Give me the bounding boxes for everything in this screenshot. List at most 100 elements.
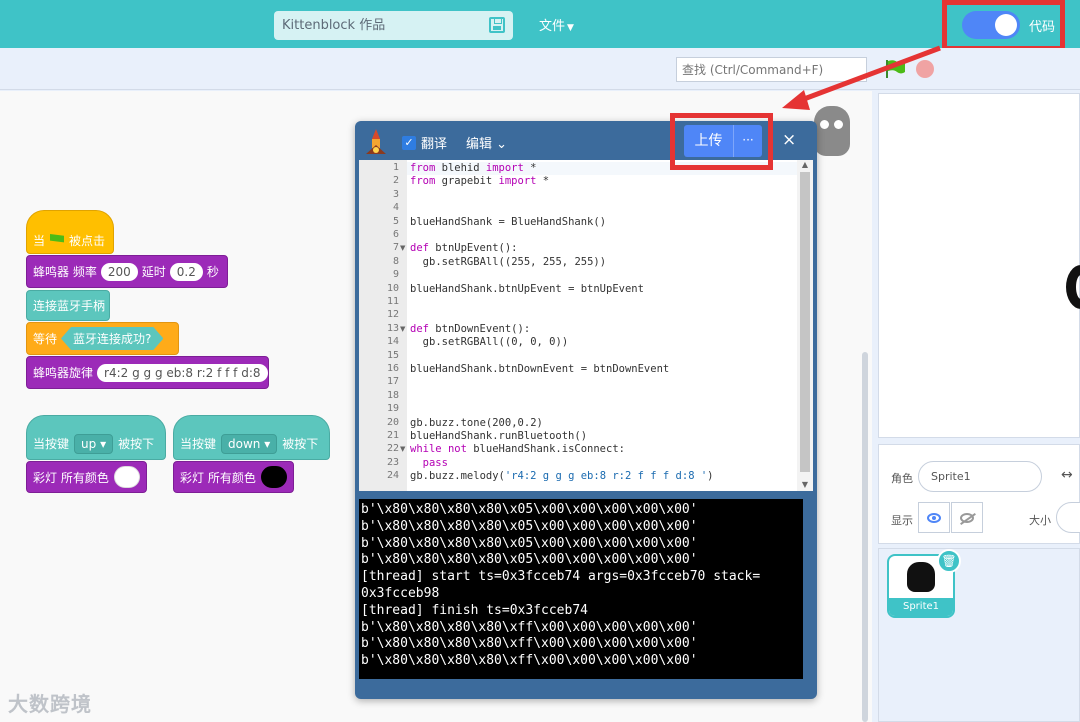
line-number: 17	[386, 376, 399, 388]
key-dropdown-down[interactable]: down ▾	[221, 433, 278, 454]
line-number: 7	[392, 242, 399, 254]
block-led-all-colors-down[interactable]: 彩灯 所有颜色	[173, 461, 294, 493]
close-button[interactable]: ×	[782, 130, 796, 150]
code-line: blueHandShank.btnUpEvent = btnUpEvent	[410, 282, 644, 295]
project-name-field[interactable]: Kittenblock 作品	[274, 11, 513, 40]
code-line: pass	[422, 456, 448, 469]
rocket-icon	[366, 129, 386, 154]
code-line: def btnDownEvent():	[410, 322, 531, 335]
sprite-name-input[interactable]: Sprite1	[918, 461, 1042, 492]
line-number: 23	[386, 456, 399, 468]
sprite-label: 角色	[891, 472, 913, 485]
show-label: 显示	[891, 514, 913, 527]
sprite-thumbnail	[907, 562, 935, 592]
code-line: blueHandShank = BlueHandShank()	[410, 215, 607, 228]
line-number: 8	[392, 255, 399, 267]
line-number-gutter: 1 2 3 4 5 6 7 ▼ 8 9 10 11 12 13 ▼ 14 15 16 17 18 19 20 21 22 ▼ 23…	[359, 160, 407, 491]
show-sprite-button[interactable]	[918, 502, 950, 533]
translate-checkbox[interactable]: ✓ 翻译	[402, 133, 447, 152]
sprite-card-name: Sprite1	[889, 598, 953, 616]
trash-icon[interactable]: 🗑	[937, 549, 961, 573]
key-dropdown-up[interactable]: up ▾	[74, 433, 114, 454]
highlight-box-code-toggle	[942, 0, 1065, 51]
code-line: gb.buzz.tone(200,0.2)	[410, 416, 543, 429]
line-number: 24	[386, 470, 399, 482]
cat-eye	[834, 120, 843, 129]
block-when-key-down[interactable]: 当按键 down ▾ 被按下	[173, 415, 330, 460]
workspace-scrollbar[interactable]	[862, 352, 868, 722]
block-text: 连接蓝牙手柄	[33, 299, 106, 313]
block-text: 彩灯 所有颜色	[33, 470, 109, 485]
line-number: 9	[392, 269, 399, 281]
block-text: 蜂鸣器旋律	[33, 366, 94, 380]
save-icon[interactable]	[489, 17, 505, 33]
code-line: while not blueHandShank.isConnect:	[410, 443, 625, 456]
freq-input[interactable]: 200	[100, 262, 138, 281]
block-text: 当按键	[180, 437, 217, 451]
eye-off-icon	[960, 512, 974, 523]
scroll-up-icon[interactable]: ▲	[797, 160, 813, 169]
line-number: 18	[386, 389, 399, 401]
editor-scroll-thumb[interactable]	[800, 172, 810, 472]
color-swatch-black[interactable]	[260, 466, 287, 488]
block-text: 秒	[206, 265, 219, 279]
code-line: blueHandShank.runBluetooth()	[410, 430, 588, 442]
condition-bt-connected[interactable]: 蓝牙连接成功?	[61, 327, 163, 350]
line-number: 13	[386, 322, 399, 334]
code-editor[interactable]: 1 2 3 4 5 6 7 ▼ 8 9 10 11 12 13 ▼ 14 15 16 17 18 19 20 21 22 ▼ 23…	[359, 160, 813, 491]
melody-input[interactable]: r4:2 g g g eb:8 r:2 f f f d:8	[97, 363, 268, 382]
dropdown-value: down	[228, 436, 261, 451]
file-menu[interactable]: 文件 ▼	[539, 15, 574, 34]
block-when-key-up[interactable]: 当按键 up ▾ 被按下	[26, 415, 166, 460]
block-led-all-colors-up[interactable]: 彩灯 所有颜色	[26, 461, 147, 493]
cat-eye	[820, 120, 829, 129]
code-line: from grapebit import *	[410, 175, 550, 188]
stage-canvas[interactable]	[878, 93, 1080, 438]
code-line: gb.setRGBAll((0, 0, 0))	[422, 336, 569, 349]
block-buzzer-tone[interactable]: 蜂鸣器 频率 200 延时 0.2 秒	[26, 255, 228, 288]
delay-input[interactable]: 0.2	[169, 262, 203, 281]
eye-icon	[927, 512, 941, 523]
block-text: 被点击	[69, 233, 106, 248]
line-number: 15	[386, 349, 399, 361]
checkbox-checked-icon: ✓	[402, 135, 416, 150]
line-number: 21	[386, 430, 399, 441]
line-number: 16	[386, 363, 399, 374]
line-number: 11	[386, 296, 399, 307]
code-line: from blehid import *	[410, 162, 537, 174]
serial-console-output: b'\x80\x80\x80\x80\x05\x00\x00\x00\x00\x…	[359, 499, 803, 679]
size-input[interactable]	[1056, 502, 1080, 533]
block-text: 彩灯 所有颜色	[180, 470, 256, 485]
fold-arrow-icon[interactable]: ▼	[400, 325, 405, 333]
block-text: 被按下	[282, 437, 319, 451]
block-connect-bluetooth[interactable]: 连接蓝牙手柄	[26, 290, 110, 321]
fold-arrow-icon[interactable]: ▼	[400, 244, 405, 252]
project-name-text: Kittenblock 作品	[282, 18, 386, 33]
line-number: 20	[386, 416, 399, 428]
line-number: 3	[392, 188, 399, 200]
edit-menu[interactable]: 编辑 ⌄	[466, 133, 507, 152]
line-number: 1	[392, 162, 399, 173]
line-number: 5	[392, 215, 399, 227]
arrows-horizontal-icon: ↔	[1061, 467, 1073, 483]
fold-arrow-icon[interactable]: ▼	[400, 445, 405, 453]
block-when-flag-clicked[interactable]: 当 被点击	[26, 210, 114, 254]
edit-menu-label: 编辑	[466, 137, 493, 152]
block-buzzer-melody[interactable]: 蜂鸣器旋律 r4:2 g g g eb:8 r:2 f f f d:8	[26, 356, 269, 389]
block-text: 等待	[33, 332, 58, 346]
block-wait-until[interactable]: 等待 蓝牙连接成功?	[26, 322, 179, 355]
translate-label: 翻译	[421, 137, 448, 152]
code-line: blueHandShank.btnDownEvent = btnDownEven…	[410, 363, 670, 375]
line-number: 6	[392, 229, 399, 240]
dropdown-value: up	[81, 436, 97, 451]
editor-scrollbar[interactable]: ▲ ▼	[797, 160, 813, 491]
hide-sprite-button[interactable]	[951, 502, 983, 533]
color-swatch-white[interactable]	[113, 466, 140, 488]
scroll-down-icon[interactable]: ▼	[797, 480, 813, 489]
chevron-down-icon: ⌄	[496, 137, 508, 152]
line-number: 12	[386, 309, 399, 321]
watermark: 大数跨境	[8, 692, 92, 716]
block-text: 延时	[141, 265, 166, 279]
caret-down-icon: ▼	[567, 23, 574, 33]
size-label: 大小	[1029, 514, 1051, 527]
